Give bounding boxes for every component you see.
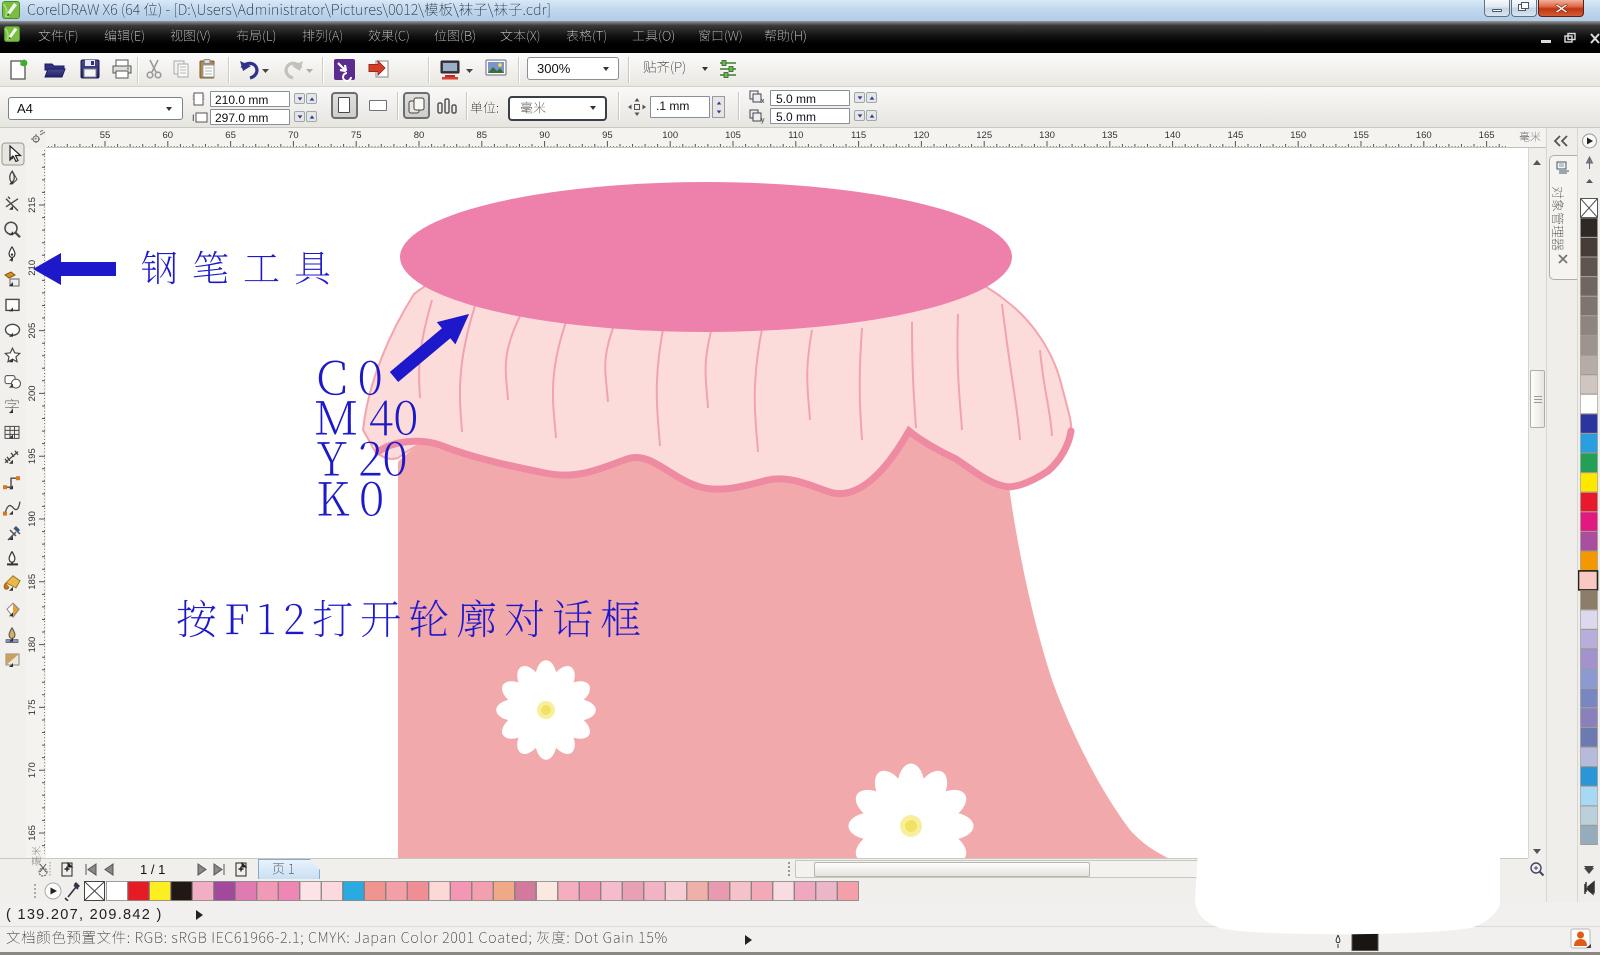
svg-text:205: 205 — [27, 323, 38, 339]
svg-text:110: 110 — [788, 130, 803, 141]
svg-text:170: 170 — [27, 762, 38, 778]
svg-text:175: 175 — [27, 699, 38, 715]
svg-text:y: y — [761, 117, 765, 124]
svg-text:65: 65 — [225, 130, 236, 141]
svg-text:90: 90 — [539, 130, 550, 141]
svg-text:I: I — [192, 113, 195, 123]
svg-text:190: 190 — [27, 511, 38, 527]
svg-text:70: 70 — [288, 130, 299, 141]
svg-text:165: 165 — [27, 825, 38, 841]
svg-text:80: 80 — [414, 130, 425, 141]
svg-text:150: 150 — [1290, 130, 1306, 141]
svg-text:215: 215 — [27, 197, 38, 213]
svg-text:125: 125 — [976, 130, 992, 141]
svg-text:130: 130 — [1039, 130, 1055, 141]
svg-text:60: 60 — [163, 130, 174, 141]
svg-text:100: 100 — [662, 130, 678, 141]
svg-text:1 / 1: 1 / 1 — [140, 862, 165, 877]
svg-text:165: 165 — [1479, 130, 1495, 141]
svg-text:105: 105 — [725, 130, 741, 141]
svg-text:145: 145 — [1227, 130, 1243, 141]
svg-text:55: 55 — [100, 130, 111, 141]
svg-text:180: 180 — [27, 637, 38, 653]
svg-text:75: 75 — [351, 130, 362, 141]
svg-text:210: 210 — [27, 260, 38, 276]
svg-text:140: 140 — [1165, 130, 1181, 141]
svg-text:160: 160 — [1416, 130, 1432, 141]
svg-text:135: 135 — [1102, 130, 1118, 141]
svg-text:155: 155 — [1353, 130, 1369, 141]
svg-text:85: 85 — [477, 130, 488, 141]
svg-text:x: x — [761, 98, 765, 105]
svg-text:115: 115 — [851, 130, 866, 141]
svg-text:95: 95 — [602, 130, 613, 141]
svg-text:120: 120 — [913, 130, 929, 141]
svg-text:185: 185 — [27, 574, 38, 590]
svg-text:195: 195 — [27, 448, 38, 464]
svg-text:200: 200 — [27, 385, 38, 401]
